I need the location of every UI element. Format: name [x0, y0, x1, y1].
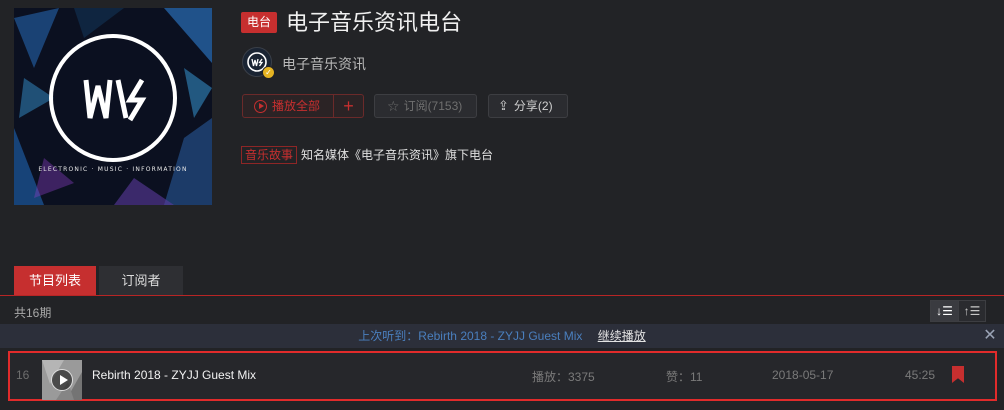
subscribe-button[interactable]: ☆ 订阅(7153)	[374, 94, 477, 118]
bookmark-icon[interactable]	[952, 366, 964, 383]
cover-art	[14, 8, 212, 205]
page-title: 电子音乐资讯电台	[286, 10, 463, 35]
program-like-count: 赞：11	[666, 370, 703, 384]
close-icon[interactable]: ✕	[982, 324, 998, 348]
add-to-playlist-button[interactable]: +	[334, 95, 363, 117]
tab-underline	[0, 295, 1004, 296]
verified-badge-icon: ✓	[262, 66, 275, 79]
program-date: 2018-05-17	[772, 368, 834, 382]
share-icon: ⇪	[498, 98, 509, 113]
star-icon: ☆	[387, 98, 400, 114]
play-all-button-group: 播放全部 +	[242, 94, 364, 118]
play-icon[interactable]	[51, 369, 73, 391]
creator-avatar[interactable]: ✓	[242, 47, 275, 79]
program-index: 16	[16, 368, 30, 382]
continue-play-link[interactable]: 继续播放	[598, 329, 646, 343]
tab-subscribers[interactable]: 订阅者	[99, 266, 183, 295]
episode-count: 共16期	[14, 306, 52, 320]
tab-program-list[interactable]: 节目列表	[14, 266, 96, 295]
play-circle-icon	[254, 99, 267, 113]
cover-caption: ELECTRONIC · MUSIC · INFORMATION	[38, 166, 188, 173]
share-button[interactable]: ⇪ 分享(2)	[488, 94, 568, 118]
last-played-title[interactable]: Rebirth 2018 - ZYJJ Guest Mix	[418, 329, 582, 343]
sort-toggle: ↓☰ ↑☰	[930, 300, 986, 322]
last-played-prefix: 上次听到：	[358, 329, 419, 343]
sort-asc-icon[interactable]: ↑☰	[958, 301, 985, 321]
program-play-count: 播放：3375	[532, 370, 595, 384]
radio-type-badge: 电台	[241, 12, 278, 33]
program-title[interactable]: Rebirth 2018 - ZYJJ Guest Mix	[92, 368, 256, 382]
radio-cover: ELECTRONIC · MUSIC · INFORMATION	[14, 8, 212, 205]
program-row[interactable]: 16 Rebirth 2018 - ZYJJ Guest Mix 播放：3375…	[8, 351, 997, 401]
creator-name-link[interactable]: 电子音乐资讯	[282, 54, 366, 74]
subscribe-label: 订阅(7153)	[403, 99, 463, 113]
program-thumbnail[interactable]	[42, 360, 82, 400]
category-tag[interactable]: 音乐故事	[241, 146, 298, 164]
play-all-label: 播放全部	[272, 99, 321, 113]
tab-bar: 节目列表 订阅者	[14, 266, 186, 295]
radio-description: 知名媒体《电子音乐资讯》旗下电台	[301, 148, 494, 162]
play-all-button[interactable]: 播放全部	[243, 95, 333, 117]
sort-desc-icon[interactable]: ↓☰	[931, 301, 958, 321]
share-label: 分享(2)	[513, 99, 553, 113]
program-duration: 45:25	[905, 368, 936, 382]
last-played-bar: 上次听到：Rebirth 2018 - ZYJJ Guest Mix 继续播放 …	[0, 324, 1004, 348]
